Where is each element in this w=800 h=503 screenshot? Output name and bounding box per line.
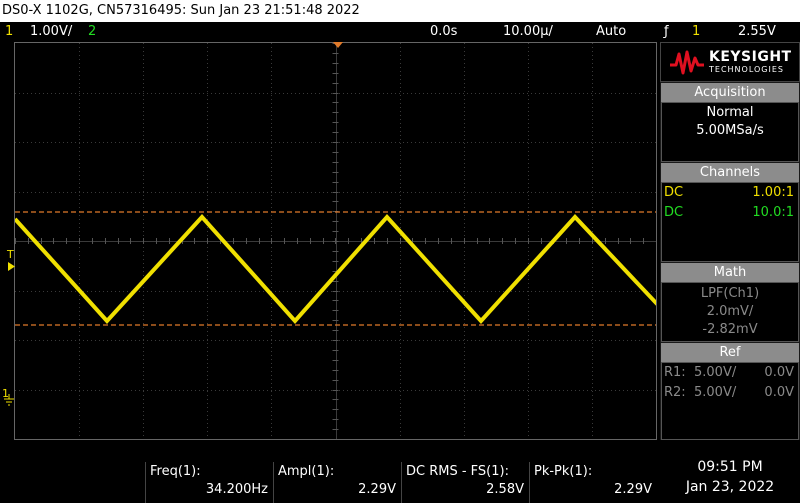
measurement-label: Pk-Pk(1): <box>534 464 593 479</box>
ref2-name: R2: <box>664 385 686 400</box>
ch1-waveform <box>15 213 656 325</box>
ref1-name: R1: <box>664 365 686 380</box>
graticule <box>15 43 656 439</box>
ch1-scale[interactable]: 1.00V/ <box>30 22 72 42</box>
status-bar: 1 1.00V/ 2 0.0s 10.00µ/ Auto ƒ 1 2.55V <box>0 22 800 42</box>
keysight-wave-icon <box>670 50 704 75</box>
acquisition-header[interactable]: Acquisition <box>661 83 799 102</box>
measurement-pk-pk[interactable]: Pk-Pk(1): 2.29V <box>529 462 656 503</box>
trigger-mode[interactable]: Auto <box>596 22 626 42</box>
acquisition-mode: Normal <box>706 105 754 120</box>
ref2-scale: 5.00V/ <box>694 385 737 400</box>
acquisition-panel: Normal 5.00MSa/s <box>661 102 799 162</box>
measurement-value: 34.200Hz <box>205 482 268 497</box>
ch2-number[interactable]: 2 <box>88 22 96 42</box>
channels-panel: DC 1.00:1 DC 10.0:1 <box>661 182 799 262</box>
measurement-freq[interactable]: Freq(1): 34.200Hz <box>145 462 272 503</box>
measurement-dc-rms[interactable]: DC RMS - FS(1): 2.58V <box>401 462 528 503</box>
math-function: LPF(Ch1) <box>700 286 760 301</box>
ref-panel: R1: 5.00V/ 0.0V R2: 5.00V/ 0.0V <box>661 362 799 440</box>
math-panel: LPF(Ch1) 2.0mV/ -2.82mV <box>661 282 799 342</box>
title-bar: DS0-X 1102G, CN57316495: Sun Jan 23 21:5… <box>0 0 800 22</box>
channels-header[interactable]: Channels <box>661 163 799 182</box>
clock: 09:51 PM Jan 23, 2022 <box>660 443 800 503</box>
measurement-value: 2.29V <box>358 482 396 497</box>
ref1-scale: 5.00V/ <box>694 365 737 380</box>
ground-icon <box>4 394 14 406</box>
ref2-offset: 0.0V <box>764 385 794 400</box>
math-header[interactable]: Math <box>661 263 799 282</box>
time-offset[interactable]: 0.0s <box>430 22 457 42</box>
clock-time: 09:51 PM <box>697 459 763 475</box>
time-scale[interactable]: 10.00µ/ <box>503 22 553 42</box>
keysight-logo: KEYSIGHT TECHNOLOGIES <box>660 42 800 82</box>
trigger-level-arrow-icon <box>8 262 15 271</box>
window-title: DS0-X 1102G, CN57316495: Sun Jan 23 21:5… <box>2 3 360 18</box>
ch2-probe: 10.0:1 <box>752 205 794 220</box>
ref-header[interactable]: Ref <box>661 343 799 362</box>
ref1-offset: 0.0V <box>764 365 794 380</box>
clock-date: Jan 23, 2022 <box>685 479 775 495</box>
measurement-ampl[interactable]: Ampl(1): 2.29V <box>273 462 400 503</box>
measurement-label: DC RMS - FS(1): <box>406 464 509 479</box>
ch2-coupling: DC <box>664 205 684 220</box>
math-scale: 2.0mV/ <box>706 304 754 319</box>
ch1-number[interactable]: 1 <box>5 22 13 42</box>
measurement-value: 2.58V <box>486 482 524 497</box>
trigger-position-marker <box>333 42 343 48</box>
measurement-label: Freq(1): <box>150 464 201 479</box>
trigger-level[interactable]: 2.55V <box>738 22 776 42</box>
sample-rate: 5.00MSa/s <box>696 123 764 138</box>
trigger-channel[interactable]: 1 <box>692 22 700 42</box>
trigger-icon: ƒ <box>664 24 669 39</box>
waveform-display[interactable] <box>14 42 657 440</box>
measurement-value: 2.29V <box>614 482 652 497</box>
math-offset: -2.82mV <box>702 322 758 337</box>
ch1-coupling: DC <box>664 185 684 200</box>
ch1-probe: 1.00:1 <box>752 185 794 200</box>
trigger-level-marker: T <box>7 248 14 261</box>
measurement-label: Ampl(1): <box>278 464 335 479</box>
